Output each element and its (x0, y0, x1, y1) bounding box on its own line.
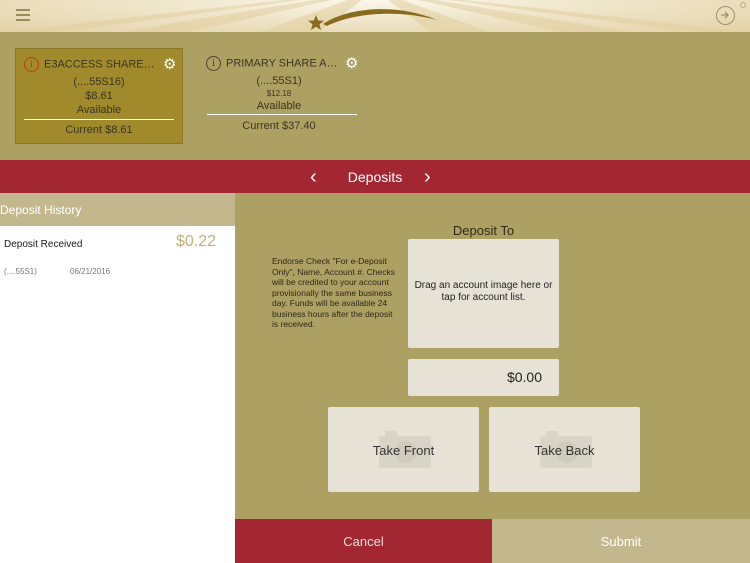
submit-button[interactable]: Submit (492, 519, 750, 563)
cancel-button[interactable]: Cancel (235, 519, 492, 563)
info-icon: i (24, 57, 39, 72)
take-front-label: Take Front (372, 443, 435, 458)
deposit-history-panel: Deposit History Deposit Received $0.22 (… (0, 193, 235, 563)
take-front-button[interactable]: Take Front (328, 407, 479, 492)
logout-icon[interactable] (716, 6, 735, 25)
available-label: Available (256, 100, 302, 112)
chevron-left-icon[interactable]: ‹ (310, 166, 317, 189)
account-title: i E3ACCESS SHARE… (24, 57, 176, 73)
account-card-e3access[interactable]: i E3ACCESS SHARE… ⚙ (....55S16) $8.61 Ava… (15, 48, 183, 144)
account-balance: $8.61 (85, 90, 113, 102)
account-number: (....55S1) (256, 75, 302, 87)
history-item-amount: $0.22 (176, 233, 217, 250)
account-title: i PRIMARY SHARE A… (206, 56, 358, 72)
current-balance: Current $8.61 (65, 124, 133, 136)
account-card-primary-share[interactable]: i PRIMARY SHARE A… ⚙ (....55S1) $12.18 Av… (198, 48, 366, 144)
chevron-right-icon[interactable]: › (424, 166, 431, 189)
divider (24, 119, 174, 120)
deposit-form: Endorse Check "For e-Deposit Only", Name… (235, 193, 750, 519)
history-list-item[interactable]: Deposit Received $0.22 (....55S1) 06/21/… (0, 226, 235, 286)
status-dot-icon (740, 2, 746, 8)
info-icon: i (206, 56, 221, 71)
section-nav-bar: ‹ Deposits › (0, 160, 750, 193)
accounts-carousel: i E3ACCESS SHARE… ⚙ (....55S16) $8.61 Ava… (0, 32, 750, 160)
take-back-button[interactable]: Take Back (489, 407, 640, 492)
gear-icon[interactable]: ⚙ (345, 54, 358, 72)
history-heading: Deposit History (0, 193, 235, 226)
account-balance: $12.18 (266, 89, 292, 98)
account-name: E3ACCESS SHARE… (44, 58, 155, 71)
divider (207, 114, 357, 115)
deposit-account-drop-target[interactable]: Drag an account image here or tap for ac… (408, 239, 559, 348)
deposit-to-label: Deposit To (452, 223, 515, 238)
current-balance: Current $37.40 (242, 120, 316, 132)
star-swoosh-logo-icon (308, 9, 437, 30)
available-label: Available (76, 104, 122, 116)
history-item-label: Deposit Received (4, 239, 83, 250)
history-item-date: 06/21/2016 (70, 267, 111, 276)
gear-icon[interactable]: ⚙ (163, 55, 176, 73)
history-item-account: (....55S1) (4, 267, 37, 276)
endorse-instructions: Endorse Check "For e-Deposit Only", Name… (272, 256, 396, 329)
section-title: Deposits (347, 169, 403, 185)
menu-icon[interactable] (16, 9, 30, 21)
take-back-label: Take Back (534, 443, 595, 458)
account-name: PRIMARY SHARE A… (226, 57, 338, 70)
amount-input[interactable]: $0.00 (408, 359, 559, 396)
top-header (0, 0, 750, 32)
account-number: (....55S16) (73, 76, 125, 88)
